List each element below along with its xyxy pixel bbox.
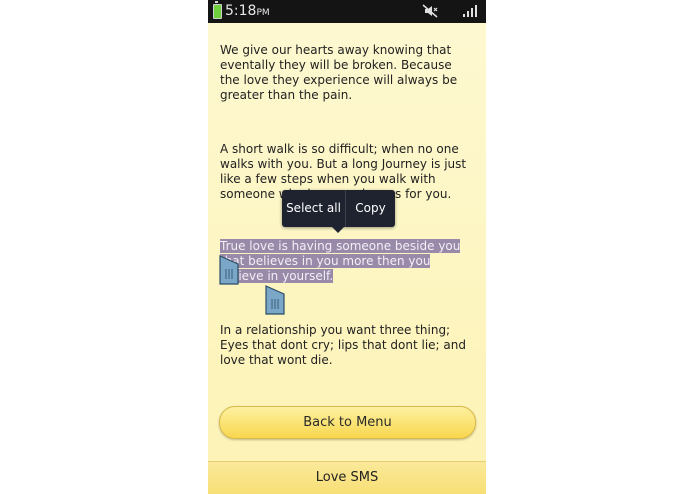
message-text-selected[interactable]: True love is having someone beside you t… (220, 239, 475, 284)
phone-screen: 5:18PM We give our hearts away knowing t… (208, 0, 486, 494)
clock-ampm: PM (256, 8, 270, 18)
selection-start-handle-icon[interactable] (219, 255, 239, 285)
select-all-button[interactable]: Select all (282, 190, 345, 227)
copy-button[interactable]: Copy (346, 190, 395, 227)
status-bar: 5:18PM (208, 0, 486, 23)
bottom-title-bar: Love SMS (208, 461, 486, 494)
battery-icon (213, 1, 222, 19)
selection-end-handle-icon[interactable] (265, 285, 285, 315)
message-text: We give our hearts away knowing that eve… (220, 43, 458, 102)
status-clock: 5:18PM (225, 2, 270, 22)
selected-text[interactable]: True love is having someone beside you t… (220, 239, 461, 283)
selection-popup: Select all Copy (282, 190, 395, 233)
message-list: We give our hearts away knowing that eve… (208, 23, 486, 461)
signal-icon (463, 5, 477, 17)
message-text: In a relationship you want three thing; … (220, 323, 466, 367)
back-to-menu-button[interactable]: Back to Menu (219, 406, 476, 439)
app-title: Love SMS (315, 470, 379, 485)
mute-icon (422, 4, 438, 18)
clock-time: 5:18 (225, 3, 257, 19)
